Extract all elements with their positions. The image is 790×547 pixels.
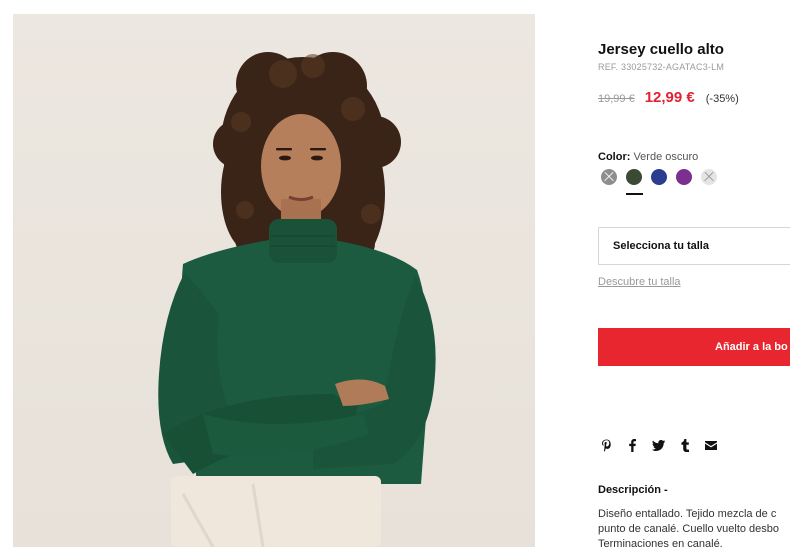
description-line: Diseño entallado. Tejido mezcla de c — [598, 508, 777, 520]
color-label-key: Color: — [598, 151, 631, 163]
description-line: punto de canalé. Cuello vuelto desbo — [598, 523, 780, 535]
pinterest-icon[interactable] — [600, 438, 613, 452]
product-title: Jersey cuello alto — [598, 41, 724, 58]
twitter-icon[interactable] — [652, 438, 665, 452]
description-title[interactable]: Descripción - — [598, 484, 668, 496]
sale-price: 12,99 € — [644, 89, 695, 106]
original-price: 19,99 € — [598, 93, 635, 105]
color-swatch-gris[interactable] — [601, 169, 617, 185]
facebook-icon[interactable] — [626, 438, 639, 452]
price-row: 19,99 € 12,99 € (-35%) — [598, 89, 739, 106]
discount-badge: (-35%) — [705, 93, 739, 105]
color-label: Color: Verde oscuro — [598, 151, 698, 163]
tumblr-icon[interactable] — [678, 438, 691, 452]
add-to-cart-button[interactable]: Añadir a la bo — [598, 328, 790, 366]
product-image[interactable] — [13, 14, 535, 547]
color-swatch-morado[interactable] — [676, 169, 692, 185]
product-info-panel: Jersey cuello alto REF. 33025732-AGATAC3… — [598, 0, 790, 547]
color-swatches — [601, 169, 726, 185]
color-value: Verde oscuro — [633, 151, 699, 163]
share-icons — [600, 438, 730, 452]
color-swatch-verde-oscuro[interactable] — [626, 169, 642, 185]
selected-swatch-indicator — [626, 193, 643, 195]
size-select[interactable]: Selecciona tu talla — [598, 227, 790, 265]
email-icon[interactable] — [704, 438, 717, 452]
color-swatch-azul[interactable] — [651, 169, 667, 185]
product-reference: REF. 33025732-AGATAC3-LM — [598, 62, 725, 72]
description-line: Terminaciones en canalé. — [598, 538, 723, 547]
model-photo — [158, 52, 436, 547]
size-guide-link[interactable]: Descubre tu talla — [598, 276, 681, 288]
color-swatch-blanco[interactable] — [701, 169, 717, 185]
